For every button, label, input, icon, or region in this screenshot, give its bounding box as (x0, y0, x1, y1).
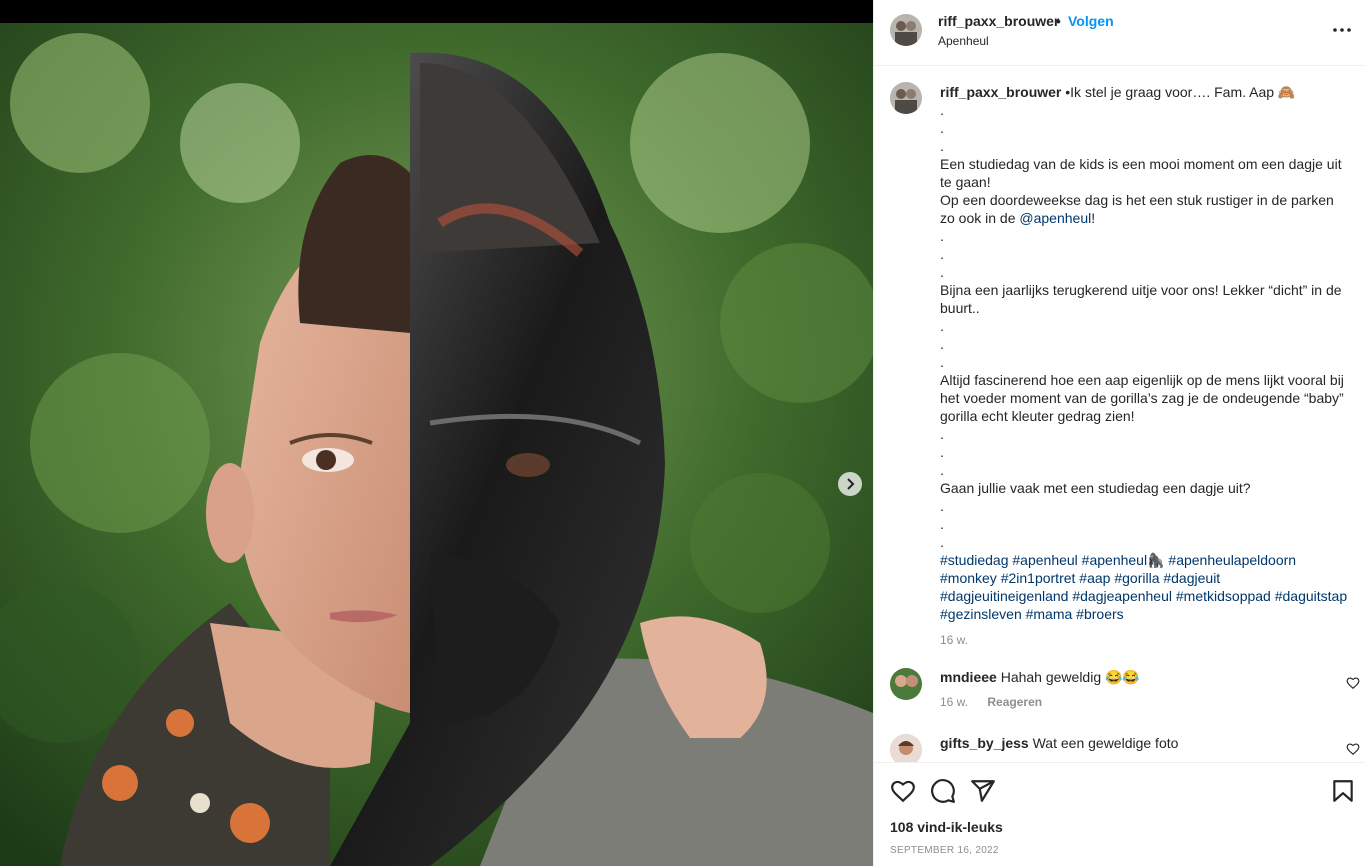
author-username[interactable]: riff_paxx_brouwer (938, 13, 1059, 29)
comment-like-icon[interactable] (1346, 742, 1360, 756)
reply-button[interactable]: Reageren (987, 695, 1042, 709)
caption-line: . (940, 336, 944, 352)
caption-line: . (940, 318, 944, 334)
hashtags[interactable]: #studiedag #apenheul #apenheul🦍 #apenheu… (940, 551, 1350, 623)
post-date[interactable]: SEPTEMBER 16, 2022 (890, 845, 999, 856)
comments-section[interactable]: riff_paxx_brouwer •Ik stel je graag voor… (874, 66, 1365, 762)
next-photo-button[interactable] (838, 472, 862, 496)
chevron-right-icon (847, 478, 855, 490)
post-location[interactable]: Apenheul (938, 34, 989, 48)
caption-line: . (940, 498, 944, 514)
post-header: riff_paxx_brouwer • Volgen Apenheul (874, 0, 1365, 66)
caption-line: Op een doordeweekse dag is het een stuk … (940, 191, 1350, 227)
author-avatar[interactable] (890, 14, 922, 46)
heart-icon[interactable] (890, 778, 916, 804)
caption-line: Altijd fascinerend hoe een aap eigenlijk… (940, 372, 1348, 424)
share-icon[interactable] (970, 778, 996, 804)
caption-username[interactable]: riff_paxx_brouwer (940, 84, 1061, 100)
post-actions: 108 vind-ik-leuks SEPTEMBER 16, 2022 (874, 762, 1365, 866)
commenter-avatar[interactable] (890, 734, 922, 762)
more-options-icon[interactable] (1330, 20, 1354, 40)
avatar-image (890, 14, 922, 46)
comment-time[interactable]: 16 w. (940, 695, 968, 709)
caption-line: . (940, 426, 944, 442)
post-photo (0, 23, 873, 866)
caption-time[interactable]: 16 w. (940, 631, 1350, 649)
bookmark-icon[interactable] (1330, 778, 1356, 804)
caption-line: Gaan jullie vaak met een studiedag een d… (940, 480, 1251, 496)
comment-meta: 16 w. Reageren (940, 695, 1058, 709)
caption-line: . (940, 228, 944, 244)
caption-line: . (940, 444, 944, 460)
caption-line: Een studiedag van de kids is een mooi mo… (940, 156, 1346, 190)
commenter-avatar[interactable] (890, 668, 922, 700)
caption-line: Bijna een jaarlijks terugkerend uitje vo… (940, 282, 1346, 316)
post-side-panel: riff_paxx_brouwer • Volgen Apenheul riff… (873, 0, 1365, 866)
caption-line: . (940, 246, 944, 262)
avatar-image (890, 82, 922, 114)
caption-line: . (940, 138, 944, 154)
caption-line: . (940, 516, 944, 532)
caption-text: ! (1091, 210, 1096, 226)
comment-like-icon[interactable] (1346, 676, 1360, 690)
likes-count[interactable]: 108 vind-ik-leuks (890, 819, 1003, 835)
caption-line: . (940, 264, 944, 280)
caption-line: •Ik stel je graag voor…. Fam. Aap 🙈 (1065, 84, 1296, 100)
comment-username[interactable]: mndieee (940, 669, 997, 685)
photo-image (0, 23, 873, 866)
caption-avatar[interactable] (890, 82, 922, 114)
caption-line: . (940, 102, 944, 118)
follow-button[interactable]: Volgen (1068, 13, 1114, 29)
caption-line: . (940, 462, 944, 478)
avatar-image (890, 734, 922, 762)
mention-link[interactable]: @apenheul (1019, 210, 1091, 226)
avatar-image (890, 668, 922, 700)
comment-text: mndieee Hahah geweldig 😂😂 (940, 668, 1140, 686)
comment-body: Hahah geweldig 😂😂 (1000, 669, 1140, 685)
caption-line: . (940, 534, 944, 550)
comment-username[interactable]: gifts_by_jess (940, 735, 1029, 751)
caption-line: . (940, 120, 944, 136)
post-caption: riff_paxx_brouwer •Ik stel je graag voor… (940, 83, 1350, 649)
comment-text: gifts_by_jess Wat een geweldige foto (940, 734, 1178, 752)
comment-icon[interactable] (930, 778, 956, 804)
caption-text: Op een doordeweekse dag is het een stuk … (940, 192, 1338, 226)
caption-line: . (940, 354, 944, 370)
separator-dot: • (1056, 13, 1061, 29)
comment-body: Wat een geweldige foto (1032, 735, 1179, 751)
